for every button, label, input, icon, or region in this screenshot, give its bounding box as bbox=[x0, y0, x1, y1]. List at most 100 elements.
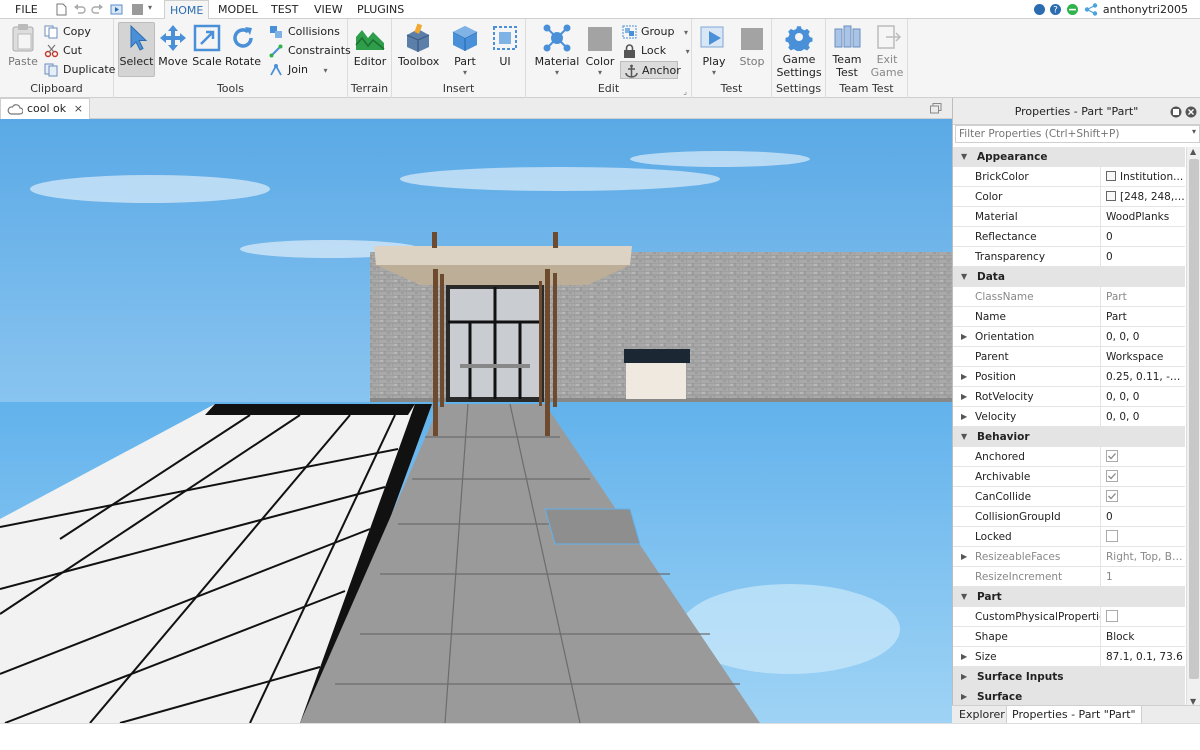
rotate-tool-button[interactable]: Rotate bbox=[225, 23, 261, 68]
property-row-material[interactable]: Material WoodPlanks bbox=[953, 207, 1185, 227]
section-part[interactable]: ▼ Part bbox=[953, 587, 1185, 607]
property-row-size[interactable]: ▶ Size 87.1, 0.1, 73.6 bbox=[953, 647, 1185, 667]
filter-dropdown-icon[interactable]: ▾ bbox=[1192, 127, 1196, 136]
team-test-button[interactable]: Team Test bbox=[830, 23, 864, 79]
insert-ui-button[interactable]: UI bbox=[490, 23, 520, 68]
property-row-transparency[interactable]: Transparency 0 bbox=[953, 247, 1185, 267]
section-surface-inputs[interactable]: ▶ Surface Inputs bbox=[953, 667, 1185, 687]
copy-button[interactable]: Copy bbox=[44, 23, 91, 41]
tab-plugins[interactable]: PLUGINS bbox=[352, 0, 409, 19]
section-appearance[interactable]: ▼ Appearance bbox=[953, 147, 1185, 167]
section-data[interactable]: ▼ Data bbox=[953, 267, 1185, 287]
tab-properties[interactable]: Properties - Part "Part" bbox=[1006, 706, 1142, 724]
paste-button[interactable]: Paste bbox=[6, 23, 40, 68]
close-tab-icon[interactable]: × bbox=[74, 99, 83, 119]
property-row-collisiongroupid[interactable]: CollisionGroupId 0 bbox=[953, 507, 1185, 527]
property-row-classname[interactable]: ClassName Part bbox=[953, 287, 1185, 307]
property-row-color[interactable]: Color[248, 248, 2... bbox=[953, 187, 1185, 207]
insert-part-button[interactable]: Part ▾ bbox=[450, 23, 480, 77]
custom-physical-properties-checkbox[interactable] bbox=[1106, 610, 1118, 622]
expand-icon[interactable]: ▶ bbox=[961, 647, 967, 667]
expand-icon[interactable]: ▶ bbox=[961, 407, 967, 427]
group-dropdown-icon[interactable]: ▾ bbox=[684, 28, 688, 37]
anchor-button[interactable]: Anchor bbox=[620, 61, 681, 79]
move-tool-button[interactable]: Move bbox=[157, 23, 189, 68]
property-row-position[interactable]: ▶Position0.25, 0.11, -359.6 bbox=[953, 367, 1185, 387]
property-row-shape[interactable]: Shape Block bbox=[953, 627, 1185, 647]
property-row-locked[interactable]: Locked bbox=[953, 527, 1185, 547]
property-row-rotvelocity[interactable]: ▶ RotVelocity 0, 0, 0 bbox=[953, 387, 1185, 407]
material-button[interactable]: Material ▾ bbox=[534, 23, 580, 77]
property-row-resizeincrement[interactable]: ResizeIncrement 1 bbox=[953, 567, 1185, 587]
property-row-customphysicalproperties[interactable]: CustomPhysicalProperties bbox=[953, 607, 1185, 627]
panel-undock-icon[interactable] bbox=[1170, 106, 1182, 118]
tab-home[interactable]: HOME bbox=[164, 0, 210, 20]
scale-tool-button[interactable]: Scale bbox=[191, 23, 223, 68]
terrain-editor-button[interactable]: Editor bbox=[352, 23, 388, 68]
quick-access-dropdown-icon[interactable]: ▾ bbox=[148, 3, 152, 12]
archivable-checkbox[interactable] bbox=[1106, 470, 1118, 482]
share-icon[interactable] bbox=[1084, 3, 1098, 16]
cut-button[interactable]: Cut bbox=[44, 42, 82, 60]
join-button[interactable]: Join ▾ bbox=[269, 61, 328, 79]
select-tool-button[interactable]: Select bbox=[118, 22, 155, 77]
locked-checkbox[interactable] bbox=[1106, 530, 1118, 542]
3d-viewport[interactable] bbox=[0, 119, 952, 723]
color-dropdown-icon[interactable]: ▾ bbox=[584, 68, 616, 77]
duplicate-button[interactable]: Duplicate bbox=[44, 61, 115, 79]
join-dropdown-icon[interactable]: ▾ bbox=[324, 66, 328, 75]
anchored-checkbox[interactable] bbox=[1106, 450, 1118, 462]
username[interactable]: anthonytri2005 bbox=[1103, 0, 1188, 19]
expand-icon[interactable]: ▶ bbox=[961, 387, 967, 407]
restore-window-icon[interactable] bbox=[930, 103, 942, 114]
online-status-icon[interactable] bbox=[1066, 3, 1079, 16]
tab-model[interactable]: MODEL bbox=[213, 0, 263, 19]
collisions-button[interactable]: Collisions bbox=[269, 23, 340, 41]
help-icon[interactable]: ? bbox=[1049, 3, 1062, 16]
property-row-resizeablefaces[interactable]: ▶ ResizeableFaces Right, Top, Ba... bbox=[953, 547, 1185, 567]
redo-icon[interactable] bbox=[91, 3, 104, 16]
property-row-reflectance[interactable]: Reflectance 0 bbox=[953, 227, 1185, 247]
tab-explorer[interactable]: Explorer bbox=[954, 706, 1010, 724]
property-row-brickcolor[interactable]: BrickColor Institution... bbox=[953, 167, 1185, 187]
notification-icon[interactable] bbox=[1033, 3, 1046, 16]
property-row-velocity[interactable]: ▶ Velocity 0, 0, 0 bbox=[953, 407, 1185, 427]
scrollbar-thumb[interactable] bbox=[1189, 159, 1199, 679]
stop-button[interactable]: Stop bbox=[736, 23, 768, 68]
expand-icon[interactable]: ▶ bbox=[961, 327, 967, 347]
undo-icon[interactable] bbox=[73, 3, 86, 16]
properties-scrollbar[interactable]: ▲ ▼ bbox=[1186, 147, 1200, 706]
expand-icon[interactable]: ▶ bbox=[961, 367, 967, 387]
section-surface[interactable]: ▶ Surface bbox=[953, 687, 1185, 707]
property-row-cancollide[interactable]: CanCollide bbox=[953, 487, 1185, 507]
stop-icon[interactable] bbox=[131, 3, 144, 16]
document-tab[interactable]: cool ok × bbox=[0, 98, 90, 119]
play-dropdown-icon[interactable]: ▾ bbox=[698, 68, 730, 77]
play-mode-icon[interactable] bbox=[110, 3, 123, 16]
lock-dropdown-icon[interactable]: ▾ bbox=[686, 47, 690, 56]
tab-view[interactable]: VIEW bbox=[309, 0, 348, 19]
part-dropdown-icon[interactable]: ▾ bbox=[450, 68, 480, 77]
new-file-icon[interactable] bbox=[55, 3, 68, 16]
material-dropdown-icon[interactable]: ▾ bbox=[534, 68, 580, 77]
group-button[interactable]: Group ▾ bbox=[622, 23, 688, 41]
lock-button[interactable]: Lock ▾ bbox=[622, 42, 690, 60]
cancollide-checkbox[interactable] bbox=[1106, 490, 1118, 502]
file-menu[interactable]: FILE bbox=[10, 0, 43, 19]
panel-close-icon[interactable] bbox=[1185, 106, 1197, 118]
game-settings-button[interactable]: Game Settings bbox=[776, 23, 822, 79]
tab-test[interactable]: TEST bbox=[266, 0, 303, 19]
toolbox-button[interactable]: Toolbox bbox=[398, 23, 439, 68]
constraints-button[interactable]: Constraints bbox=[269, 42, 351, 60]
expand-icon[interactable]: ▶ bbox=[961, 547, 967, 567]
exit-game-button[interactable]: Exit Game bbox=[870, 23, 904, 79]
property-row-parent[interactable]: Parent Workspace bbox=[953, 347, 1185, 367]
property-row-orientation[interactable]: ▶ Orientation 0, 0, 0 bbox=[953, 327, 1185, 347]
property-row-anchored[interactable]: Anchored bbox=[953, 447, 1185, 467]
property-row-archivable[interactable]: Archivable bbox=[953, 467, 1185, 487]
property-row-name[interactable]: Name Part bbox=[953, 307, 1185, 327]
play-button[interactable]: Play ▾ bbox=[698, 23, 730, 77]
color-button[interactable]: Color ▾ bbox=[584, 23, 616, 77]
filter-properties-input[interactable] bbox=[956, 126, 1199, 142]
scroll-up-icon[interactable]: ▲ bbox=[1190, 147, 1196, 156]
